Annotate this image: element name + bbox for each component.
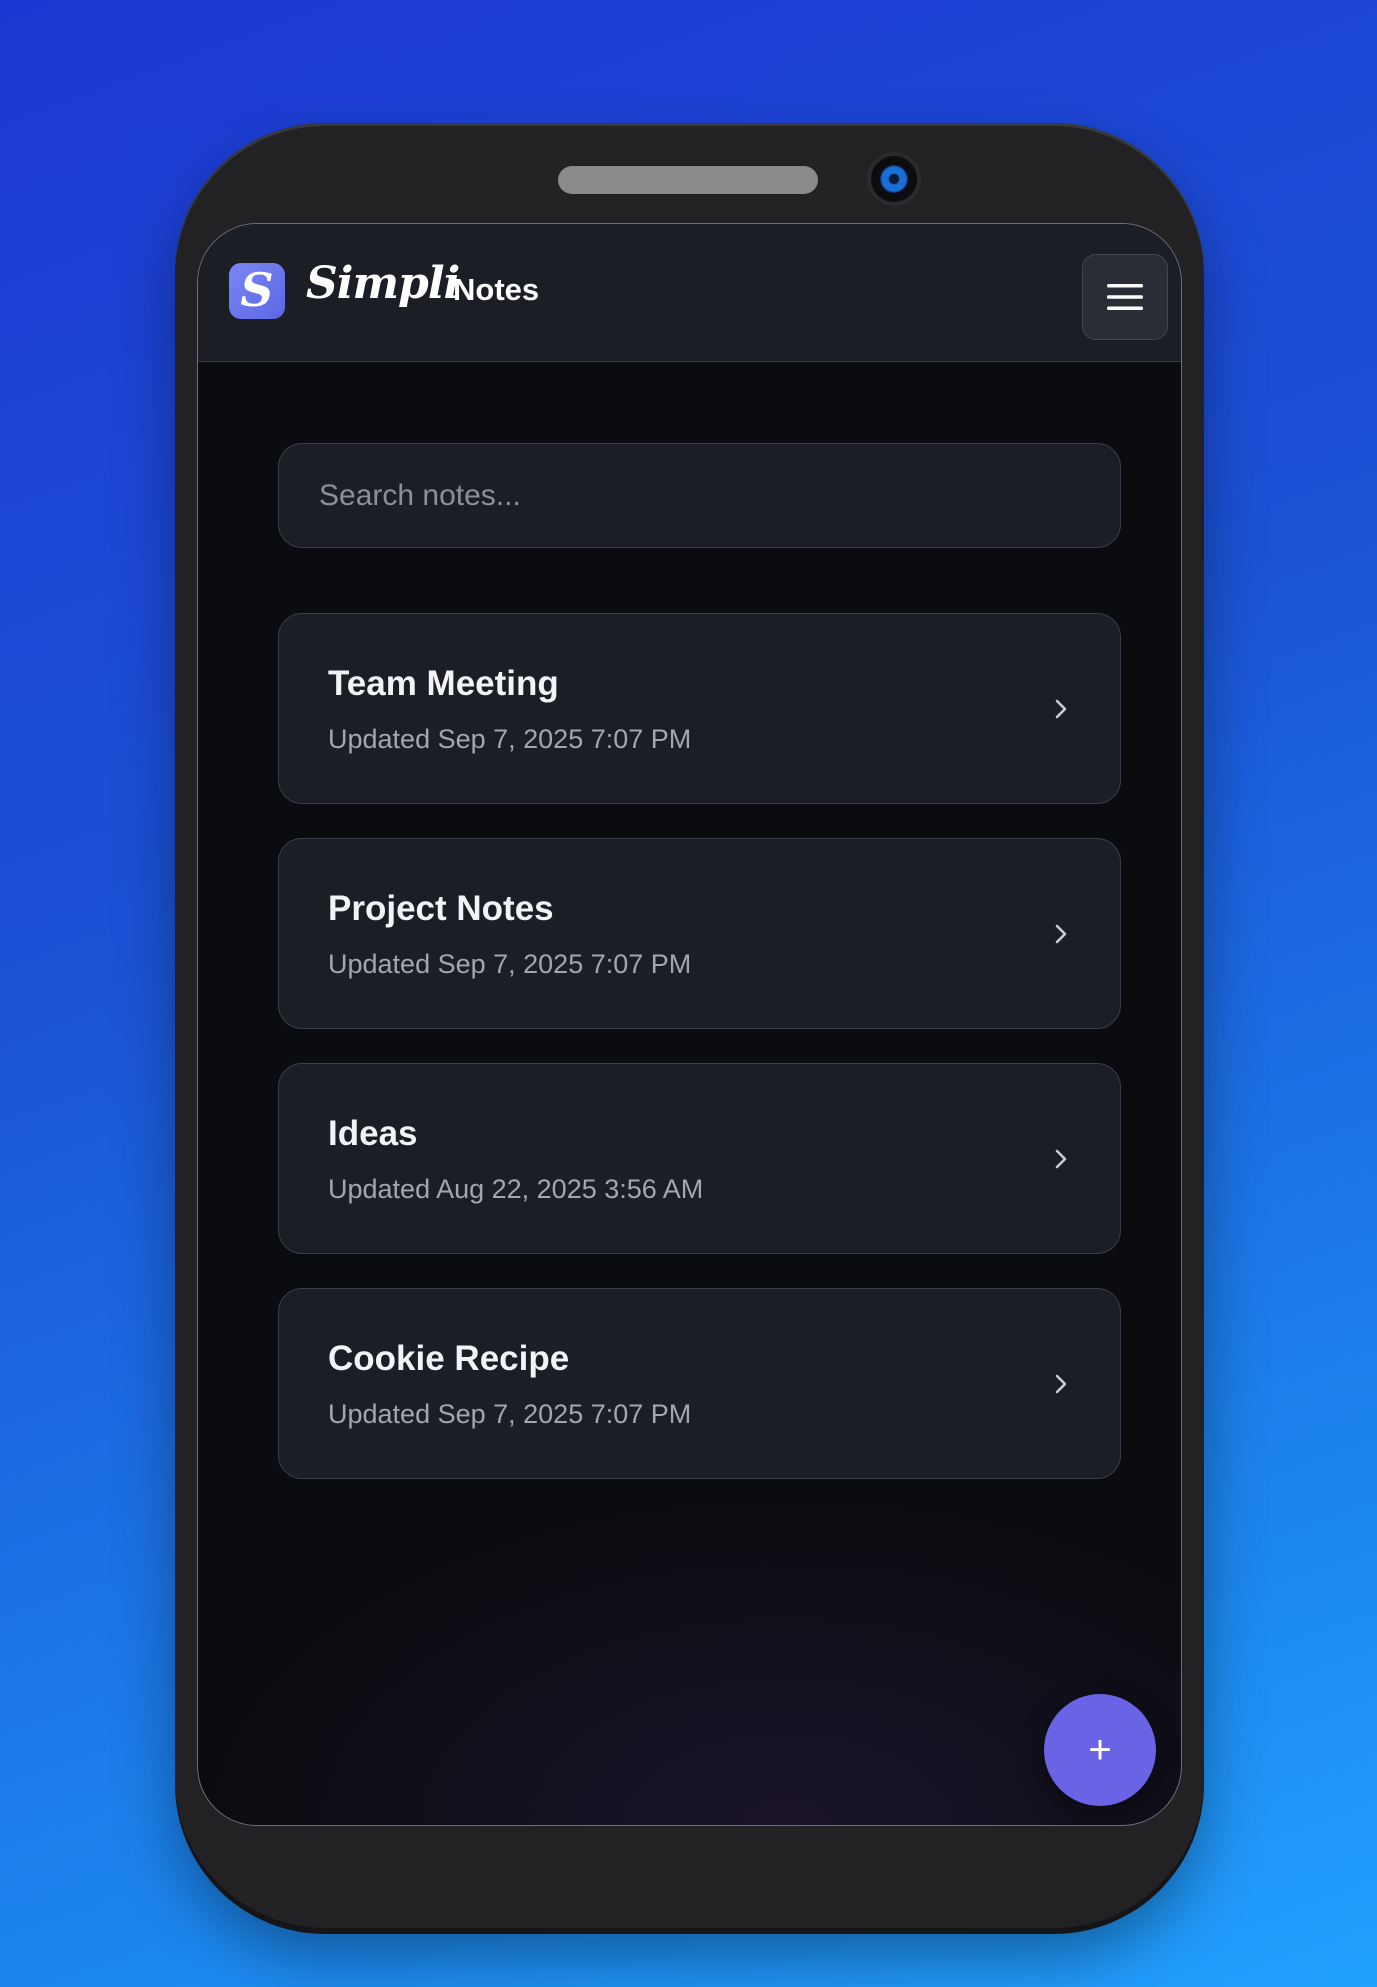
phone-camera [867, 152, 921, 206]
chevron-right-icon [1055, 1149, 1067, 1169]
note-card-ideas[interactable]: Ideas Updated Aug 22, 2025 3:56 AM [278, 1063, 1121, 1254]
add-note-button[interactable]: + [1044, 1694, 1156, 1806]
phone-speaker [558, 166, 818, 194]
note-card-project-notes[interactable]: Project Notes Updated Sep 7, 2025 7:07 P… [278, 838, 1121, 1029]
app-logo-icon: S [229, 263, 285, 319]
phone-frame: S Simpli Notes Team Meeting Updated Sep … [175, 123, 1204, 1928]
note-title: Team Meeting [328, 664, 559, 703]
brand-name: Simpli [306, 258, 460, 309]
menu-button[interactable] [1082, 254, 1168, 340]
plus-icon: + [1088, 1727, 1112, 1772]
note-updated: Updated Sep 7, 2025 7:07 PM [328, 949, 692, 979]
page-title: Notes [453, 272, 540, 307]
note-title: Cookie Recipe [328, 1339, 570, 1378]
note-card-cookie-recipe[interactable]: Cookie Recipe Updated Sep 7, 2025 7:07 P… [278, 1288, 1121, 1479]
note-updated: Updated Sep 7, 2025 7:07 PM [328, 1399, 692, 1429]
app-screen: S Simpli Notes Team Meeting Updated Sep … [197, 223, 1182, 1826]
chevron-right-icon [1055, 1374, 1067, 1394]
search-input[interactable] [278, 443, 1121, 548]
note-title: Project Notes [328, 889, 554, 928]
hamburger-menu-icon [1107, 284, 1143, 310]
chevron-right-icon [1055, 924, 1067, 944]
note-updated: Updated Aug 22, 2025 3:56 AM [328, 1174, 704, 1204]
note-updated: Updated Sep 7, 2025 7:07 PM [328, 724, 692, 754]
logo-letter: S [240, 263, 274, 317]
app-header: S Simpli Notes [198, 224, 1181, 362]
note-title: Ideas [328, 1114, 418, 1153]
note-card-team-meeting[interactable]: Team Meeting Updated Sep 7, 2025 7:07 PM [278, 613, 1121, 804]
notes-list: Team Meeting Updated Sep 7, 2025 7:07 PM… [278, 613, 1121, 1513]
chevron-right-icon [1055, 699, 1067, 719]
